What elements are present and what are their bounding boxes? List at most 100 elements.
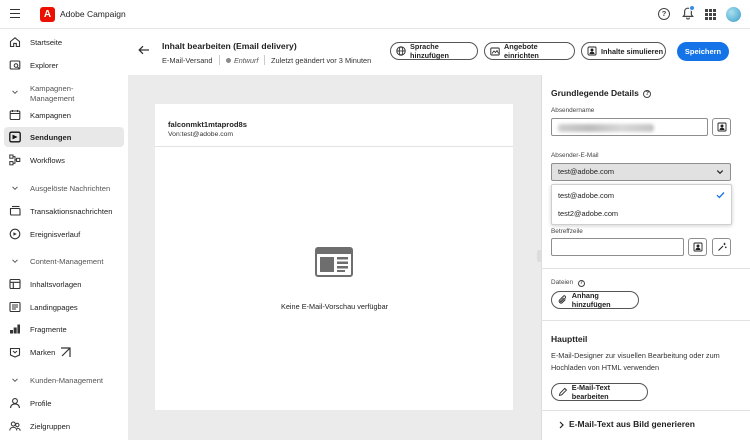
- sidebar-item-workflows[interactable]: Workflows: [0, 150, 128, 170]
- chevron-down-icon: [12, 378, 18, 383]
- body-heading: Hauptteil: [551, 334, 588, 344]
- sidebar-item-startseite[interactable]: Startseite: [0, 32, 128, 52]
- no-preview-message: Keine E-Mail-Vorschau verfügbar: [281, 302, 389, 311]
- chevron-down-icon: [12, 90, 18, 95]
- template-icon: [9, 278, 21, 290]
- paperclip-icon: [558, 295, 567, 304]
- external-link-icon[interactable]: [60, 347, 71, 358]
- sidebar-item-profile[interactable]: Profile: [0, 393, 128, 413]
- sidebar-item-label: Workflows: [30, 155, 65, 165]
- campaign-icon: [9, 110, 21, 121]
- sidebar-item-landingpages[interactable]: Landingpages: [0, 297, 128, 317]
- ai-generate-subject-button[interactable]: [712, 238, 731, 256]
- last-modified: Zuletzt geändert vor 3 Minuten: [271, 56, 372, 65]
- sidebar-item-ereignisverlauf[interactable]: Ereignisverlauf: [0, 224, 128, 244]
- add-attachment-button[interactable]: Anhang hinzufügen: [551, 291, 639, 309]
- sidebar-item-fragmente[interactable]: Fragmente: [0, 319, 128, 339]
- status-badge: Entwurf: [234, 56, 259, 65]
- sidebar-item-explorer[interactable]: Explorer: [0, 55, 128, 75]
- personalize-sender-button[interactable]: [712, 118, 731, 136]
- subject-field[interactable]: [551, 238, 684, 256]
- add-language-button[interactable]: Sprache hinzufügen: [390, 42, 478, 60]
- globe-icon: [396, 46, 406, 56]
- sidebar-item-inhaltsvorlagen[interactable]: Inhaltsvorlagen: [0, 274, 128, 294]
- sidebar-item-label: Sendungen: [30, 132, 72, 142]
- menu-icon[interactable]: [10, 9, 20, 19]
- page-title: Inhalt bearbeiten (Email delivery): [162, 41, 297, 51]
- sidebar-section-content-management[interactable]: Content-Management: [0, 251, 128, 271]
- edit-email-body-button[interactable]: E-Mail-Text bearbeiten: [551, 383, 648, 401]
- sidebar-section-label: Kunden-Management: [30, 375, 104, 385]
- adobe-logo-icon[interactable]: A: [40, 7, 55, 22]
- info-icon[interactable]: ?: [643, 90, 652, 98]
- explorer-icon: [9, 60, 21, 70]
- chevron-down-icon[interactable]: [716, 168, 724, 176]
- pencil-icon: [558, 387, 568, 397]
- apps-grid-icon[interactable]: [705, 9, 716, 20]
- fragment-icon: [10, 324, 20, 334]
- sidebar-section-kampagnen-management[interactable]: Kampagnen- Management: [0, 82, 128, 103]
- dropdown-option[interactable]: test2@adobe.com: [558, 209, 618, 218]
- sidebar-item-label: Inhaltsvorlagen: [30, 279, 82, 289]
- files-label: Dateien ?: [551, 279, 585, 287]
- sender-name-value-redacted: [558, 124, 654, 132]
- sidebar-item-transaktionsnachrichten[interactable]: Transaktionsnachrichten: [0, 201, 128, 221]
- sidebar-section-ausgeloeste-nachrichten[interactable]: Ausgelöste Nachrichten: [0, 178, 128, 198]
- save-button[interactable]: Speichern: [677, 42, 729, 61]
- sender-email-value: test@adobe.com: [558, 167, 614, 176]
- chevron-right-icon[interactable]: [558, 421, 565, 429]
- sidebar-item-label: Transaktionsnachrichten: [30, 206, 113, 216]
- panel-resize-handle[interactable]: [537, 250, 542, 262]
- sidebar-item-label: Startseite: [30, 37, 63, 47]
- notification-badge: [689, 5, 695, 11]
- sidebar-item-label: Zielgruppen: [30, 421, 71, 431]
- landingpage-icon: [9, 301, 21, 313]
- simulate-icon: [587, 46, 597, 56]
- sidebar-item-marken[interactable]: Marken: [0, 342, 128, 362]
- sidebar-item-label: Kampagnen: [30, 110, 71, 120]
- subject-label: Betreffzeile: [551, 228, 583, 235]
- personalize-subject-button[interactable]: [688, 238, 707, 256]
- delivery-type: E-Mail-Versand: [162, 56, 213, 65]
- chevron-down-icon: [12, 186, 18, 191]
- chevron-down-icon: [12, 259, 18, 264]
- audience-icon: [9, 421, 21, 431]
- divider: [264, 55, 265, 65]
- magic-wand-icon: [718, 242, 727, 251]
- body-description: E-Mail-Designer zur visuellen Bearbeitun…: [551, 351, 720, 372]
- sidebar-item-label: Marken: [30, 347, 56, 357]
- dropdown-option-selected[interactable]: test@adobe.com: [558, 191, 614, 200]
- email-preview-placeholder-icon: [315, 247, 353, 277]
- sender-name-label: Absendername: [551, 107, 595, 114]
- app-title: Adobe Campaign: [60, 9, 126, 19]
- profile-icon: [10, 398, 20, 409]
- generate-from-image-heading[interactable]: E-Mail-Text aus Bild generieren: [569, 419, 695, 429]
- preview-from-line: Von:test@adobe.com: [168, 131, 234, 138]
- info-icon[interactable]: ?: [577, 280, 585, 287]
- help-icon[interactable]: ?: [658, 8, 670, 20]
- sidebar-item-label: Profile: [30, 398, 52, 408]
- offer-icon: [490, 47, 500, 56]
- divider: [219, 55, 220, 65]
- sidebar-item-sendungen[interactable]: Sendungen: [4, 127, 124, 147]
- offers-button[interactable]: Angebote einrichten: [484, 42, 575, 60]
- brand-icon: [9, 347, 21, 358]
- simulate-content-button[interactable]: Inhalte simulieren: [581, 42, 666, 60]
- back-arrow-icon[interactable]: [138, 45, 150, 55]
- checkmark-icon: [716, 192, 725, 199]
- sidebar-item-zielgruppen[interactable]: Zielgruppen: [0, 416, 128, 436]
- sidebar-item-label: Fragmente: [30, 324, 67, 334]
- divider: [541, 268, 750, 269]
- workflow-icon: [9, 154, 21, 166]
- sidebar-item-label: Landingpages: [30, 302, 78, 312]
- sidebar-item-label: Explorer: [30, 60, 59, 70]
- sidebar-section-label: Ausgelöste Nachrichten: [30, 183, 111, 193]
- sidebar-section-label: Kampagnen- Management: [30, 84, 75, 103]
- sidebar-section-kunden-management[interactable]: Kunden-Management: [0, 370, 128, 390]
- sidebar-section-label: Content-Management: [30, 256, 104, 266]
- avatar[interactable]: [726, 7, 741, 22]
- preview-sender-name: falconmkt1mtaprod8s: [168, 120, 247, 129]
- sender-email-label: Absender-E-Mail: [551, 152, 599, 159]
- sidebar-item-kampagnen[interactable]: Kampagnen: [0, 105, 128, 125]
- send-icon: [9, 131, 21, 143]
